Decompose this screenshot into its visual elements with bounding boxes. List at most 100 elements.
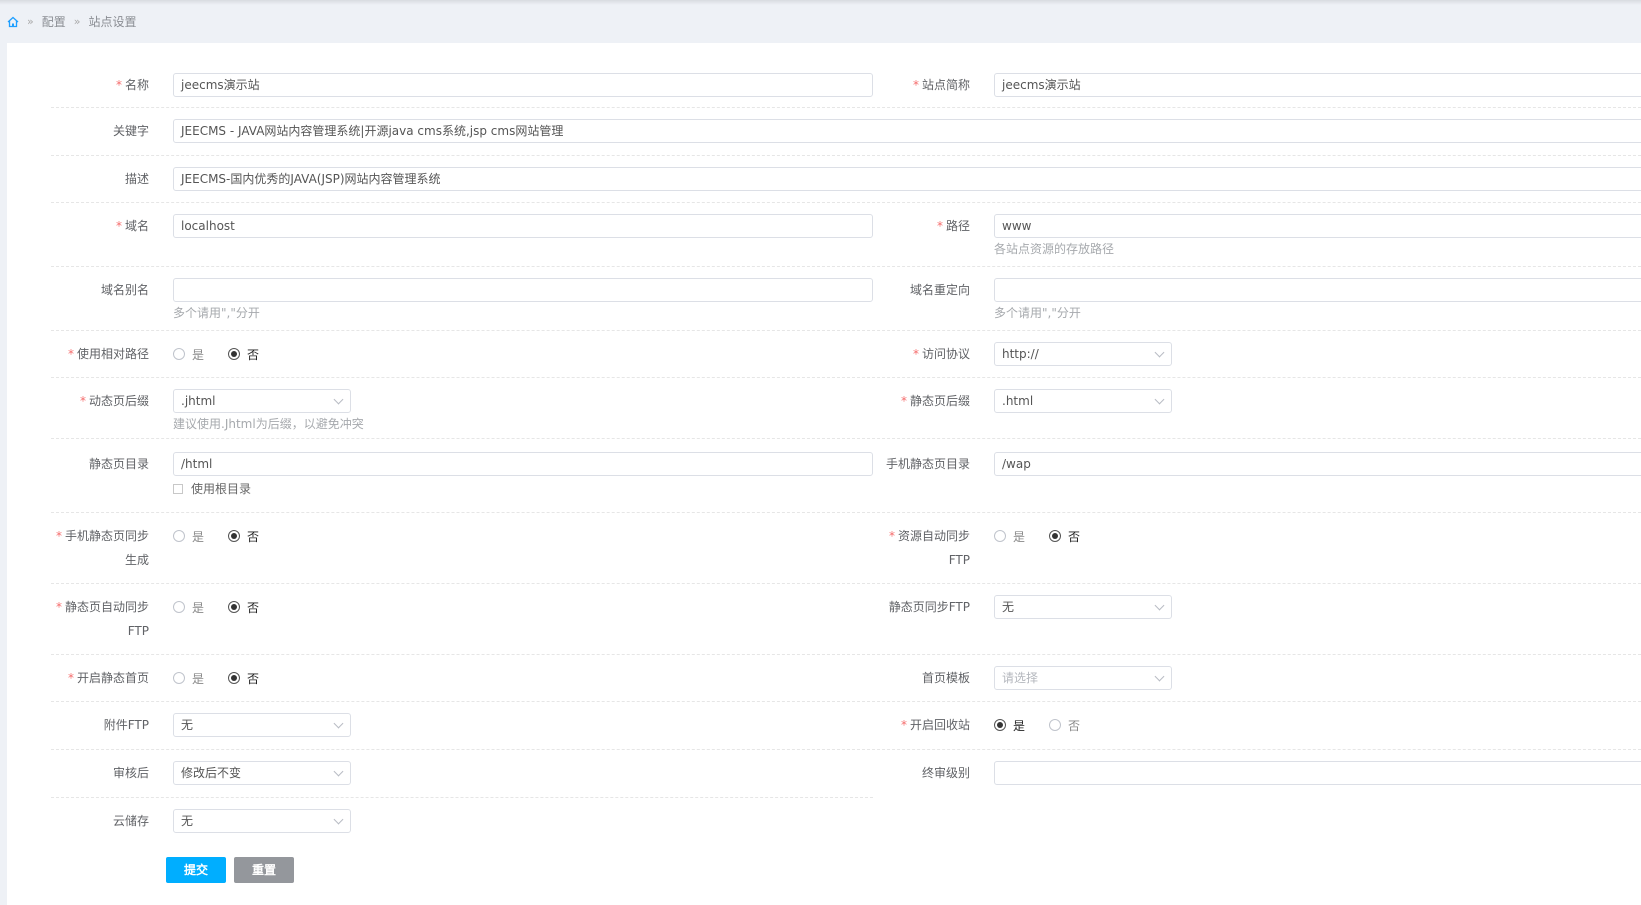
dynamic-suffix-value: .jhtml: [181, 394, 216, 408]
path-hint: 各站点资源的存放路径: [994, 242, 1115, 256]
description-input[interactable]: JEECMS-国内优秀的JAVA(JSP)网站内容管理系统: [173, 167, 1641, 191]
radio-label: 否: [1068, 529, 1081, 544]
static-suffix-label: * 静态页后缀: [900, 394, 970, 408]
description-label: 描述: [124, 172, 149, 186]
chevron-down-icon: [333, 718, 344, 729]
row-keywords: 关键字 JEECMS - JAVA网站内容管理系统|开源java cms系统,j…: [51, 108, 1641, 156]
row-domain-alias: 域名别名 多个请用","分开 域名重定向 多个请用","分开: [51, 267, 1641, 331]
mobile-static-dir-label: 手机静态页目录: [885, 457, 970, 471]
static-sync-ftp-label: * 静态页自动同步 FTP: [55, 600, 149, 638]
mobile-static-dir-input[interactable]: /wap: [994, 452, 1641, 476]
domain-redirect-hint: 多个请用","分开: [994, 306, 1081, 320]
after-review-label: 审核后: [112, 766, 149, 780]
attachment-ftp-select[interactable]: 无: [173, 713, 351, 737]
row-static-index: * 开启静态首页 是 否 首页模板 请选择: [51, 655, 1641, 702]
row-attachment-ftp: 附件FTP 无 * 开启回收站 是 否: [51, 702, 1641, 750]
row-domain: * 域名 localhost * 路径 www 各站点资源的存放路径: [51, 203, 1641, 267]
chevron-down-icon: [1154, 671, 1165, 682]
protocol-value: http://: [1002, 347, 1039, 361]
radio-label: 是: [1013, 529, 1026, 544]
chevron-down-icon: [1154, 600, 1165, 611]
relative-path-label: * 使用相对路径: [67, 347, 149, 361]
index-template-placeholder: 请选择: [1002, 671, 1039, 685]
row-after-review: 审核后 修改后不变: [51, 750, 873, 798]
domain-label: * 域名: [115, 219, 149, 233]
row-final-review: 终审级别: [877, 750, 1641, 798]
mobile-sync-label: * 手机静态页同步 生成: [55, 529, 149, 567]
mobile-sync-radios: 是 否: [173, 524, 283, 548]
dynamic-suffix-select[interactable]: .jhtml: [173, 389, 351, 413]
protocol-label: * 访问协议: [912, 347, 970, 361]
static-ftp-select[interactable]: 无: [994, 595, 1172, 619]
radio-label: 是: [192, 671, 205, 686]
row-cloud-storage: 云储存 无: [51, 798, 1641, 846]
radio-label: 否: [247, 600, 260, 615]
radio-icon: [173, 530, 185, 542]
use-root-dir-checkbox[interactable]: 使用根目录: [173, 480, 873, 497]
relative-path-no[interactable]: 否: [228, 346, 259, 363]
relative-path-yes[interactable]: 是: [173, 346, 204, 363]
keywords-input[interactable]: JEECMS - JAVA网站内容管理系统|开源java cms系统,jsp c…: [173, 119, 1641, 143]
radio-icon: [994, 530, 1006, 542]
static-index-radios: 是 否: [173, 666, 283, 690]
chevron-down-icon: [333, 766, 344, 777]
top-shadow: [0, 0, 1641, 5]
radio-checked-icon: [228, 672, 241, 684]
short-name-label: * 站点简称: [912, 78, 970, 92]
mobile-sync-no[interactable]: 否: [228, 528, 259, 545]
radio-label: 是: [192, 529, 205, 544]
chevron-down-icon: [333, 814, 344, 825]
row-mobile-sync: * 手机静态页同步 生成 是 否 * 资源自动同步 FTP 是 否: [51, 513, 1641, 584]
cloud-storage-label: 云储存: [112, 814, 149, 828]
radio-label: 否: [247, 671, 260, 686]
radio-label: 是: [192, 600, 205, 615]
domain-alias-input[interactable]: [173, 278, 873, 302]
mobile-sync-yes[interactable]: 是: [173, 528, 204, 545]
radio-checked-icon: [228, 348, 241, 360]
breadcrumb-config[interactable]: 配置: [42, 13, 66, 30]
domain-redirect-input[interactable]: [994, 278, 1641, 302]
index-template-select[interactable]: 请选择: [994, 666, 1172, 690]
after-review-select[interactable]: 修改后不变: [173, 761, 351, 785]
resource-sync-no[interactable]: 否: [1049, 528, 1080, 545]
static-suffix-select[interactable]: .html: [994, 389, 1172, 413]
path-input[interactable]: www: [994, 214, 1641, 238]
cloud-storage-value: 无: [181, 814, 194, 828]
cloud-storage-select[interactable]: 无: [173, 809, 351, 833]
radio-label: 否: [247, 529, 260, 544]
chevron-down-icon: [1154, 394, 1165, 405]
recycle-bin-yes[interactable]: 是: [994, 717, 1025, 734]
name-input[interactable]: jeecms演示站: [173, 73, 873, 97]
final-review-level-input[interactable]: [994, 761, 1641, 785]
radio-checked-icon: [994, 719, 1006, 731]
attachment-ftp-label: 附件FTP: [103, 718, 149, 732]
index-template-label: 首页模板: [921, 671, 970, 685]
breadcrumb-separator: »: [27, 15, 34, 28]
domain-alias-hint: 多个请用","分开: [173, 306, 260, 320]
resource-sync-radios: 是 否: [994, 524, 1104, 548]
breadcrumb-separator: »: [73, 15, 81, 28]
dynamic-suffix-field: .jhtml 建议使用.Jhtml为后缀，以避免冲突: [173, 389, 364, 432]
static-dir-input[interactable]: /html: [173, 452, 873, 476]
static-dir-label: 静态页目录: [88, 457, 149, 471]
static-index-no[interactable]: 否: [228, 670, 259, 687]
radio-icon: [173, 672, 185, 684]
dynamic-suffix-hint: 建议使用.Jhtml为后缀，以避免冲突: [173, 417, 364, 431]
static-index-yes[interactable]: 是: [173, 670, 204, 687]
recycle-bin-no[interactable]: 否: [1049, 717, 1080, 734]
submit-button[interactable]: 提交: [166, 857, 226, 883]
home-icon[interactable]: [7, 16, 19, 28]
resource-sync-yes[interactable]: 是: [994, 528, 1025, 545]
domain-input[interactable]: localhost: [173, 214, 873, 238]
dynamic-suffix-label: * 动态页后缀: [79, 394, 149, 408]
short-name-input[interactable]: jeecms演示站: [994, 73, 1641, 97]
static-ftp-label: 静态页同步FTP: [888, 600, 970, 614]
radio-label: 是: [1013, 718, 1026, 733]
checkbox-label: 使用根目录: [191, 482, 252, 496]
protocol-select[interactable]: http://: [994, 342, 1172, 366]
reset-button[interactable]: 重置: [234, 857, 294, 883]
relative-path-radios: 是 否: [173, 342, 283, 366]
static-sync-ftp-no[interactable]: 否: [228, 599, 259, 616]
static-sync-ftp-yes[interactable]: 是: [173, 599, 204, 616]
radio-label: 否: [1068, 718, 1081, 733]
